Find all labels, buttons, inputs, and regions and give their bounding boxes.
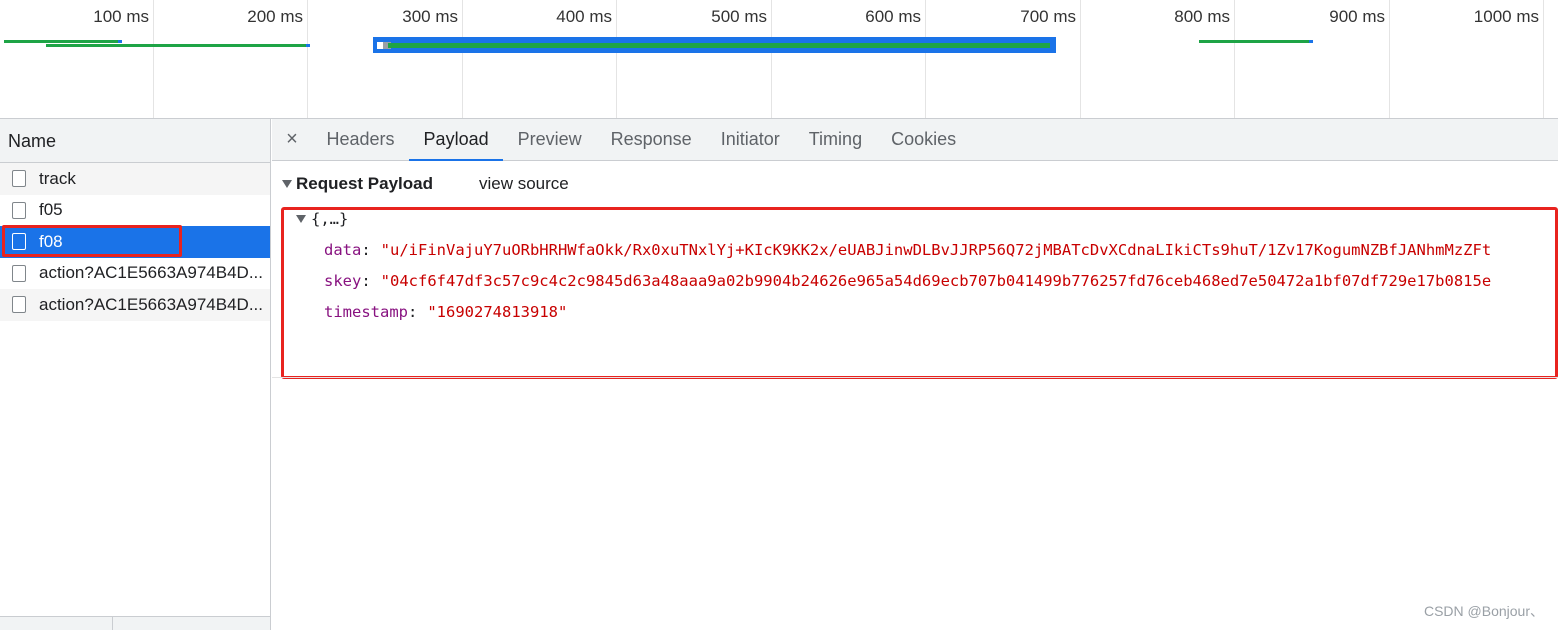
timeline-gridline [1543, 0, 1544, 118]
timeline-gridline [616, 0, 617, 118]
property-key: skey [324, 271, 362, 290]
request-payload-section[interactable]: Request Payload view source [272, 169, 1558, 199]
timeline-tick-label: 200 ms [247, 7, 303, 26]
property-value: "1690274813918" [427, 302, 568, 321]
timeline-tick-label: 600 ms [865, 7, 921, 26]
request-name: f05 [39, 200, 63, 220]
property-value: "u/iFinVajuY7uORbHRHWfaOkk/Rx0xuTNxlYj+K… [380, 240, 1492, 259]
request-row-action[interactable]: action?AC1E5663A974B4D... [0, 258, 270, 290]
tab-headers[interactable]: Headers [312, 119, 409, 160]
payload-panel: Request Payload view source {,…} data: "… [272, 161, 1558, 379]
timeline-tick-label: 800 ms [1174, 7, 1230, 26]
tab-payload[interactable]: Payload [409, 119, 504, 161]
tab-preview[interactable]: Preview [503, 119, 596, 160]
request-name: action?AC1E5663A974B4D... [39, 294, 263, 314]
timeline-tick-label: 500 ms [711, 7, 767, 26]
document-icon [12, 296, 26, 314]
divider [272, 377, 1558, 378]
request-row-f08[interactable]: f08 [0, 226, 270, 258]
timeline-selected-request-bar[interactable] [373, 37, 1056, 53]
timeline-tick-label: 900 ms [1329, 7, 1385, 26]
payload-property-skey[interactable]: skey: "04cf6f47df3c57c9c4c2c9845d63a48aa… [272, 265, 1558, 296]
name-column-header[interactable]: Name [0, 119, 270, 163]
timeline-request-bar[interactable] [1199, 40, 1313, 43]
request-details-pane: × Headers Payload Preview Response Initi… [272, 119, 1558, 630]
request-name: f08 [39, 231, 63, 251]
payload-root-summary: {,…} [311, 209, 349, 228]
timeline-gridline [153, 0, 154, 118]
timeline-gridline [1389, 0, 1390, 118]
timeline-tick-label: 700 ms [1020, 7, 1076, 26]
payload-property-data[interactable]: data: "u/iFinVajuY7uORbHRHWfaOkk/Rx0xuTN… [272, 234, 1558, 265]
timeline-tick-label: 400 ms [556, 7, 612, 26]
timeline-gridline [307, 0, 308, 118]
watermark: CSDN @Bonjour、 [1423, 603, 1544, 619]
timeline-gridline [462, 0, 463, 118]
timeline-tick-label: 300 ms [402, 7, 458, 26]
document-icon [12, 170, 26, 188]
request-name: track [39, 168, 76, 188]
timeline-request-bar[interactable] [46, 44, 310, 47]
timeline-overview[interactable]: 100 ms 200 ms 300 ms 400 ms 500 ms 600 m… [0, 0, 1558, 119]
tab-timing[interactable]: Timing [794, 119, 876, 160]
request-row-f05[interactable]: f05 [0, 195, 270, 227]
tab-cookies[interactable]: Cookies [877, 119, 971, 160]
property-key: data [324, 240, 362, 259]
timeline-tick-label: 1000 ms [1473, 7, 1539, 26]
property-value: "04cf6f47df3c57c9c4c2c9845d63a48aaa9a02b… [380, 271, 1492, 290]
payload-tree-root[interactable]: {,…} [272, 203, 1558, 234]
document-icon [12, 264, 26, 282]
timeline-gridline [771, 0, 772, 118]
payload-property-timestamp[interactable]: timestamp: "1690274813918" [272, 296, 1558, 327]
details-tabbar: × Headers Payload Preview Response Initi… [272, 119, 1558, 161]
request-list: Name track f05 f08 action?AC1E5663A974B4… [0, 119, 271, 630]
document-icon [12, 201, 26, 219]
timeline-gridline [925, 0, 926, 118]
expand-triangle-icon[interactable] [282, 180, 292, 188]
close-icon[interactable]: × [272, 119, 312, 160]
timeline-gridline [1080, 0, 1081, 118]
view-source-link[interactable]: view source [479, 174, 569, 194]
request-row-track[interactable]: track [0, 163, 270, 195]
request-list-footer [0, 616, 270, 630]
tab-response[interactable]: Response [596, 119, 706, 160]
timeline-gridline [1234, 0, 1235, 118]
document-icon [12, 233, 26, 251]
timeline-request-bar[interactable] [4, 40, 122, 43]
timeline-tick-label: 100 ms [93, 7, 149, 26]
request-name: action?AC1E5663A974B4D... [39, 263, 263, 283]
request-payload-title: Request Payload [296, 174, 433, 193]
request-row-action[interactable]: action?AC1E5663A974B4D... [0, 289, 270, 321]
property-key: timestamp [324, 302, 408, 321]
expand-triangle-icon[interactable] [296, 214, 306, 223]
tab-initiator[interactable]: Initiator [706, 119, 794, 160]
